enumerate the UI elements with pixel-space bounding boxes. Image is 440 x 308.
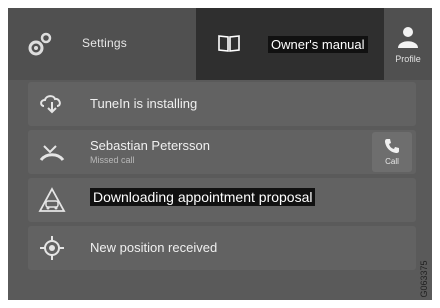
book-icon (218, 35, 240, 52)
notification-item[interactable]: Sebastian Petersson Missed call Call (28, 130, 416, 174)
caller-name: Sebastian Petersson (90, 138, 210, 153)
person-icon (398, 27, 418, 48)
call-button[interactable]: Call (372, 132, 412, 172)
call-status: Missed call (90, 155, 135, 165)
settings-tab[interactable]: Settings (8, 8, 196, 80)
notification-text: Downloading appointment proposal (90, 188, 316, 206)
gps-position-icon (40, 236, 64, 260)
notification-item[interactable]: New position received (28, 226, 416, 270)
owners-manual-tab[interactable]: Owner's manual (196, 8, 384, 80)
car-service-icon (38, 187, 66, 212)
notification-text: New position received (90, 240, 218, 255)
notification-highlight: Downloading appointment proposal (90, 188, 316, 206)
notification-item[interactable]: Downloading appointment proposal (28, 178, 416, 222)
notification-list: TuneIn is installing Sebastian Petersson… (28, 80, 416, 292)
phone-icon (385, 139, 399, 153)
notification-text: TuneIn is installing (90, 96, 198, 111)
profile-label: Profile (395, 54, 421, 64)
call-label: Call (385, 157, 399, 166)
profile-tab[interactable]: Profile (384, 8, 432, 80)
notification-item[interactable]: TuneIn is installing (28, 82, 416, 126)
gear-icon (28, 32, 52, 56)
owners-manual-label: Owner's manual (268, 36, 368, 53)
image-code: G063375 (416, 258, 430, 302)
image-code-text: G063375 (419, 260, 429, 298)
missed-call-icon (39, 145, 65, 162)
cloud-download-icon (40, 95, 61, 114)
top-bar: Settings Owner's manual Profile (8, 8, 432, 80)
center-display: Settings Owner's manual Profile TuneIn i… (8, 8, 432, 300)
settings-label: Settings (82, 36, 127, 50)
